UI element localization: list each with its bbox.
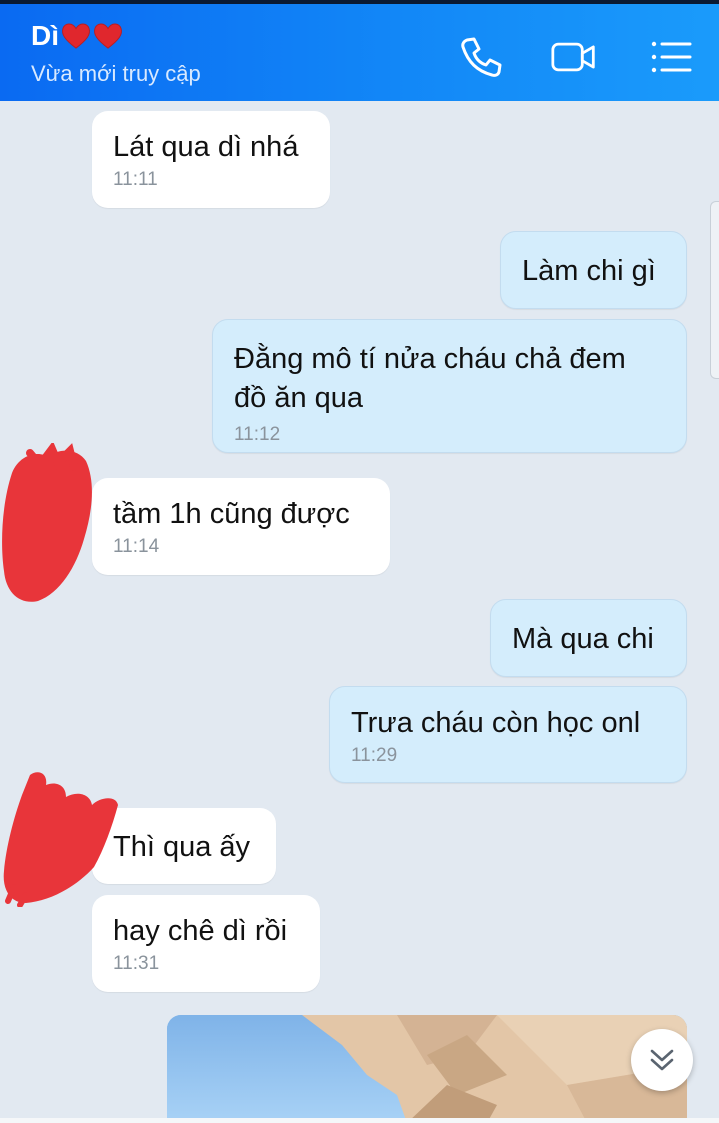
message-text: hay chê dì rồi <box>113 915 288 947</box>
message-list[interactable]: Lát qua dì nhá 11:11 Làm chi gì Đằng mô … <box>0 101 719 1118</box>
message-time: 11:31 <box>113 953 160 974</box>
contact-title-row[interactable]: Dì <box>31 20 123 52</box>
message-time: 11:11 <box>113 169 158 190</box>
last-seen-status: Vừa mới truy cập <box>31 61 201 86</box>
message-text: Thì qua ấy <box>113 831 251 863</box>
message-text-line-1: Đằng mô tí nửa cháu chả đem <box>234 343 626 375</box>
message-bubble-incoming[interactable]: hay chê dì rồi 11:31 <box>92 895 320 992</box>
message-bubble-outgoing[interactable]: Đằng mô tí nửa cháu chả đem đồ ăn qua 11… <box>212 319 687 453</box>
menu-list-icon[interactable] <box>648 34 694 80</box>
message-bubble-outgoing[interactable]: Làm chi gì <box>500 231 687 309</box>
message-bubble-outgoing[interactable]: Trưa cháu còn học onl 11:29 <box>329 686 687 783</box>
message-text: tầm 1h cũng được <box>113 498 350 530</box>
heart-icon <box>94 23 122 49</box>
message-text: Mà qua chi <box>512 623 654 655</box>
photo-thumbnail <box>167 1015 687 1118</box>
message-time: 11:29 <box>351 745 398 766</box>
heart-icon <box>62 23 90 49</box>
side-scroll-handle[interactable] <box>710 201 719 379</box>
message-text-line-2: đồ ăn qua <box>234 382 364 414</box>
scroll-to-bottom-button[interactable] <box>631 1029 693 1091</box>
double-chevron-down-icon <box>650 1049 674 1071</box>
contact-name: Dì <box>31 20 59 51</box>
message-bubble-incoming[interactable]: tầm 1h cũng được 11:14 <box>92 478 390 575</box>
message-time: 11:12 <box>234 424 281 445</box>
message-bubble-outgoing[interactable]: Mà qua chi <box>490 599 687 677</box>
redacted-avatar-scribble <box>2 443 92 602</box>
redacted-avatar-scribble <box>3 772 119 907</box>
image-message[interactable] <box>167 1015 687 1118</box>
bottom-edge <box>0 1118 719 1123</box>
message-text: Trưa cháu còn học onl <box>351 707 641 739</box>
message-time: 11:14 <box>113 536 160 557</box>
phone-icon[interactable] <box>458 34 504 80</box>
video-call-icon[interactable] <box>551 34 597 80</box>
chat-header: Dì Vừa mới truy cập <box>0 4 719 101</box>
message-text: Lát qua dì nhá <box>113 131 299 163</box>
message-text: Làm chi gì <box>522 255 656 287</box>
message-bubble-incoming[interactable]: Lát qua dì nhá 11:11 <box>92 111 330 208</box>
